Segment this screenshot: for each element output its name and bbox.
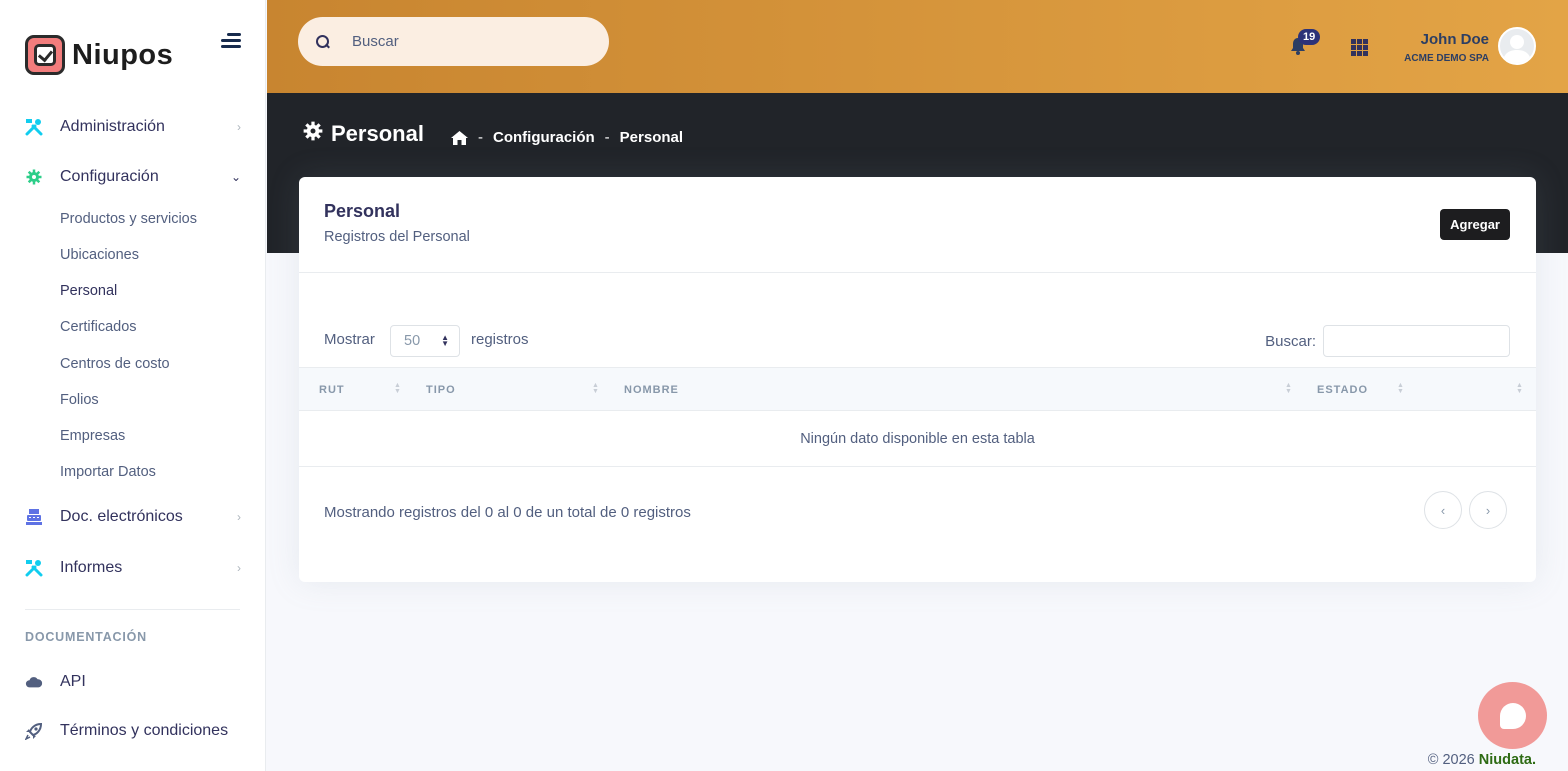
- sidebar-item-label: Informes: [60, 559, 123, 576]
- records-label: registros: [471, 331, 529, 348]
- sidebar-item-label: Términos y condiciones: [60, 722, 229, 739]
- sidebar-subitem-empresas[interactable]: Empresas: [60, 428, 125, 444]
- sidebar-toggle-button[interactable]: [221, 33, 241, 51]
- sort-icon: ▲ ▼: [1397, 382, 1404, 395]
- chevron-right-icon: ›: [237, 510, 241, 524]
- sort-icon: ▲ ▼: [592, 382, 599, 395]
- sidebar-subitem-productos[interactable]: Productos y servicios: [60, 211, 197, 227]
- global-search: [298, 17, 609, 66]
- chevron-right-icon: ›: [237, 561, 241, 575]
- breadcrumb-separator: -: [604, 129, 610, 146]
- apps-grid-icon[interactable]: [1351, 39, 1368, 56]
- search-input[interactable]: [352, 33, 582, 50]
- breadcrumb: - Configuración - Personal: [451, 129, 683, 146]
- table-search-label: Buscar:: [1265, 333, 1316, 350]
- sidebar-item-label: Doc. electrónicos: [60, 508, 183, 525]
- page-title-block: Personal: [303, 121, 424, 147]
- page-size-select[interactable]: 50 ▲ ▼: [390, 325, 460, 357]
- card-subtitle: Registros del Personal: [324, 229, 470, 245]
- sidebar-subitem-certificados[interactable]: Certificados: [60, 319, 137, 335]
- chevron-down-icon: ⌄: [230, 170, 241, 184]
- personal-card: Personal Registros del Personal Agregar …: [299, 177, 1536, 582]
- footer: © 2026 Niudata.: [1428, 752, 1536, 768]
- page-title: Personal: [331, 121, 424, 146]
- sidebar-subitem-ubicaciones[interactable]: Ubicaciones: [60, 247, 139, 263]
- next-page-button[interactable]: ›: [1469, 491, 1507, 529]
- sort-icon: ▲ ▼: [1285, 382, 1292, 395]
- sidebar-item-api[interactable]: API: [25, 667, 241, 697]
- chevron-left-icon: ‹: [1440, 502, 1446, 518]
- cash-register-icon: [25, 508, 43, 526]
- add-button[interactable]: Agregar: [1440, 209, 1510, 240]
- sidebar-subitem-personal[interactable]: Personal: [60, 283, 117, 299]
- sidebar-item-label: Administración: [60, 118, 165, 135]
- sidebar-item-configuracion[interactable]: Configuración ⌄: [25, 162, 241, 192]
- table-info: Mostrando registros del 0 al 0 de un tot…: [324, 504, 691, 521]
- column-header-nombre[interactable]: NOMBRE: [624, 368, 1294, 411]
- sidebar-subitem-centros-costo[interactable]: Centros de costo: [60, 356, 170, 372]
- search-icon: [316, 34, 330, 49]
- table-header: RUT ▲ ▼ TIPO ▲ ▼ NOMBRE ▲ ▼ ESTADO ▲ ▼ ▲ ▼: [299, 367, 1536, 411]
- chat-button[interactable]: [1478, 682, 1547, 749]
- chevron-right-icon: ›: [1485, 502, 1491, 518]
- breadcrumb-separator: -: [478, 129, 483, 146]
- sort-icon: ▲ ▼: [394, 382, 401, 395]
- chat-bubble-icon: [1500, 703, 1526, 729]
- footer-brand-link[interactable]: Niudata.: [1479, 752, 1536, 768]
- select-arrows-icon: ▲ ▼: [441, 333, 449, 348]
- rocket-icon: [25, 722, 43, 740]
- card-title: Personal: [324, 201, 401, 221]
- breadcrumb-item-personal: Personal: [619, 129, 684, 146]
- footer-copyright: © 2026: [1427, 752, 1475, 768]
- page-size-label: Mostrar: [324, 331, 375, 348]
- user-name[interactable]: John Doe: [1421, 31, 1489, 48]
- user-company: ACME DEMO SPA: [1404, 53, 1489, 64]
- table-search-input[interactable]: [1323, 325, 1510, 357]
- sidebar-item-administracion[interactable]: Administración ›: [25, 112, 241, 142]
- table-empty-row: Ningún dato disponible en esta tabla: [299, 411, 1536, 467]
- tools-icon: [25, 118, 43, 136]
- avatar[interactable]: [1498, 27, 1536, 65]
- sidebar-item-doc-electronicos[interactable]: Doc. electrónicos ›: [25, 502, 241, 532]
- column-header-rut[interactable]: RUT: [319, 368, 404, 411]
- card-divider: [299, 272, 1536, 273]
- page-size-value: 50: [404, 333, 421, 349]
- notifications-badge: 19: [1298, 29, 1321, 45]
- sort-icon: ▲ ▼: [1516, 382, 1523, 395]
- column-header-estado[interactable]: ESTADO: [1317, 368, 1407, 411]
- sidebar-item-label: Configuración: [60, 168, 159, 185]
- chevron-right-icon: ›: [237, 120, 241, 134]
- tools-icon: [25, 559, 43, 577]
- sidebar-section-heading: DOCUMENTACIÓN: [25, 630, 147, 644]
- column-header-actions[interactable]: [1421, 368, 1521, 411]
- brand[interactable]: Niupos: [25, 34, 173, 76]
- sidebar-item-label: API: [60, 673, 86, 690]
- brand-name: Niupos: [72, 38, 174, 71]
- gear-icon: [303, 121, 323, 147]
- niupos-logo-icon: [25, 35, 65, 75]
- sidebar-item-informes[interactable]: Informes ›: [25, 553, 241, 583]
- sidebar-subitem-folios[interactable]: Folios: [60, 392, 99, 408]
- sidebar-subitem-importar-datos[interactable]: Importar Datos: [60, 464, 156, 480]
- topbar: 19 John Doe ACME DEMO SPA: [267, 0, 1568, 93]
- sidebar: Niupos Administración › Configuración ⌄ …: [0, 0, 266, 771]
- gear-icon: [25, 168, 43, 186]
- cloud-icon: [25, 673, 43, 691]
- sidebar-divider: [25, 609, 240, 610]
- home-icon[interactable]: [451, 130, 468, 145]
- column-header-tipo[interactable]: TIPO: [426, 368, 596, 411]
- previous-page-button[interactable]: ‹: [1424, 491, 1462, 529]
- sidebar-item-terminos[interactable]: Términos y condiciones: [25, 716, 241, 746]
- breadcrumb-item-configuracion[interactable]: Configuración: [493, 129, 595, 146]
